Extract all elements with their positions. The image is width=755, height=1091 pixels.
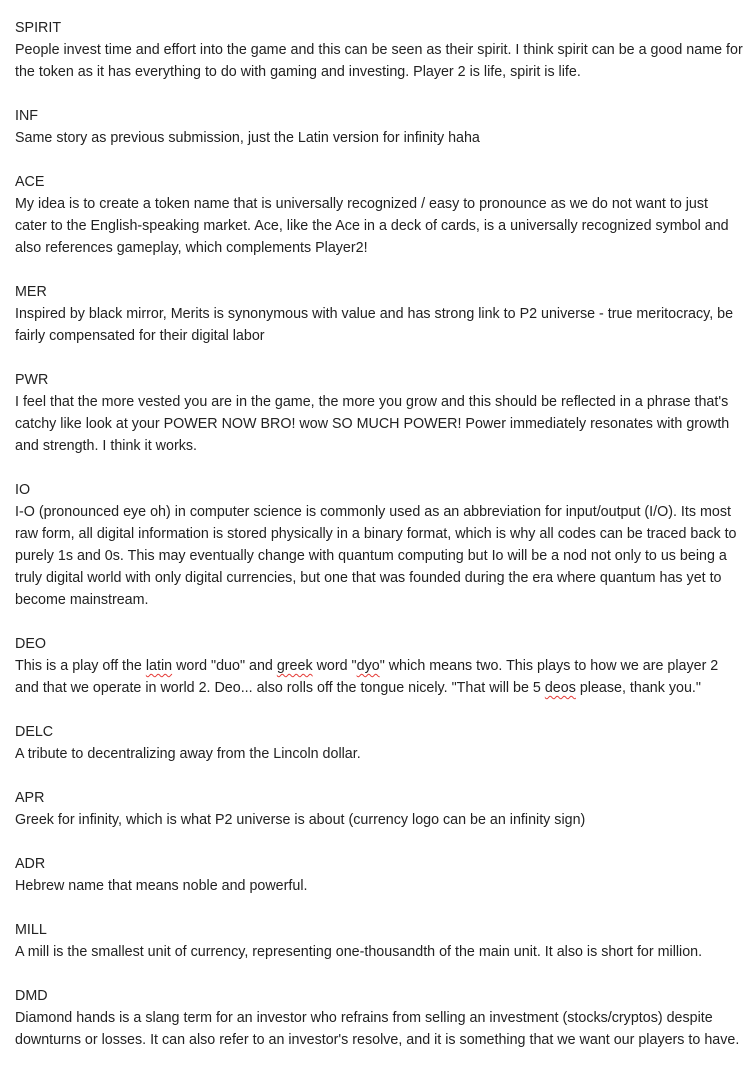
spellcheck-word[interactable]: greek [277,658,313,674]
text-segment: This is a play off the [15,658,146,674]
entry-code: MER [15,284,47,300]
entry-adr: ADR Hebrew name that means noble and pow… [15,853,743,897]
entry-code: DELC [15,724,54,740]
entry-description: A mill is the smallest unit of currency,… [15,944,703,960]
spellcheck-word[interactable]: deos [545,680,576,696]
entry-ace: ACE My idea is to create a token name th… [15,171,743,259]
entry-description: I-O (pronounced eye oh) in computer scie… [15,504,737,608]
entry-deo: DEO This is a play off the latin word "d… [15,633,743,699]
entry-mill: MILL A mill is the smallest unit of curr… [15,919,743,963]
entry-spirit: SPIRIT People invest time and effort int… [15,17,743,83]
entry-pwr: PWR I feel that the more vested you are … [15,369,743,457]
entry-description: A tribute to decentralizing away from th… [15,746,361,762]
spellcheck-word[interactable]: latin [146,658,172,674]
entry-code: PWR [15,372,49,388]
spellcheck-word[interactable]: dyo [357,658,380,674]
entry-description: Greek for infinity, which is what P2 uni… [15,812,586,828]
entry-description: Inspired by black mirror, Merits is syno… [15,306,734,344]
entry-description: Hebrew name that means noble and powerfu… [15,878,308,894]
entry-description: Diamond hands is a slang term for an inv… [15,1010,740,1048]
entry-code: INF [15,108,39,124]
entry-description: Same story as previous submission, just … [15,130,480,146]
text-segment: please, thank you." [575,680,701,696]
entry-io: IO I-O (pronounced eye oh) in computer s… [15,479,743,611]
entry-description: My idea is to create a token name that i… [15,196,729,256]
entry-code: MILL [15,922,47,938]
entry-delc: DELC A tribute to decentralizing away fr… [15,721,743,765]
entry-code: DMD [15,988,48,1004]
entry-code: APR [15,790,45,806]
entry-code: DEO [15,636,46,652]
text-segment: word "duo" and [172,658,277,674]
entry-apr: APR Greek for infinity, which is what P2… [15,787,743,831]
entry-description: People invest time and effort into the g… [15,42,743,80]
entry-code: ACE [15,174,45,190]
entry-inf: INF Same story as previous submission, j… [15,105,743,149]
document-body: SPIRIT People invest time and effort int… [15,17,743,1073]
entry-code: IO [15,482,31,498]
entry-code: SPIRIT [15,20,62,36]
text-segment: word " [312,658,357,674]
entry-description: I feel that the more vested you are in t… [15,394,730,454]
entry-code: ADR [15,856,46,872]
entry-description: This is a play off the latin word "duo" … [15,655,743,699]
entry-mer: MER Inspired by black mirror, Merits is … [15,281,743,347]
entry-dmd: DMD Diamond hands is a slang term for an… [15,985,743,1051]
